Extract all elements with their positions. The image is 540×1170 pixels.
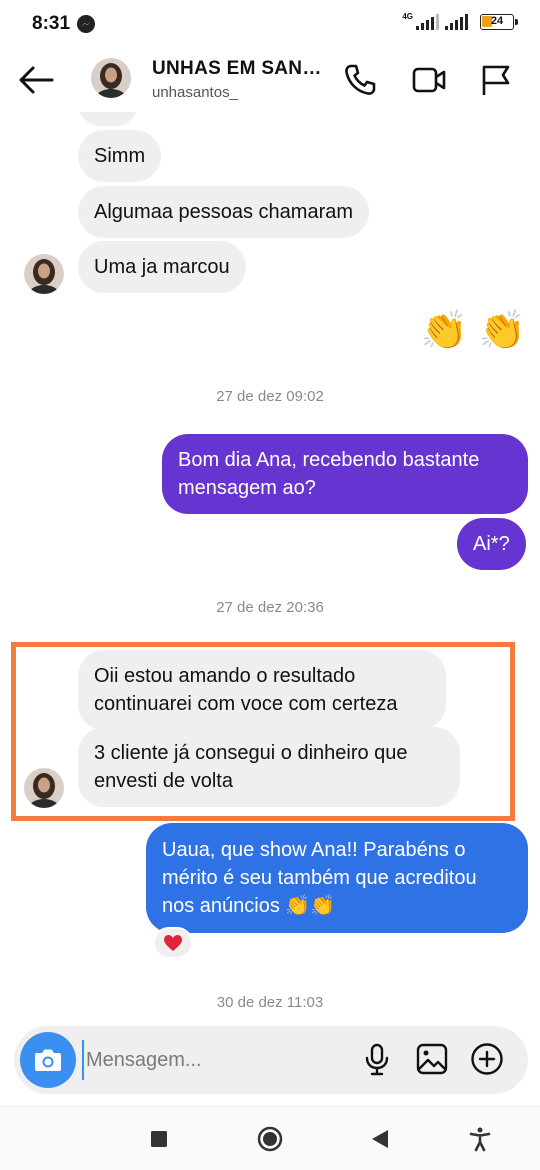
status-icons: 4G 24: [402, 12, 518, 30]
system-nav-bar: [0, 1106, 540, 1170]
message-bubble[interactable]: Oii estou amando o resultado continuarei…: [78, 650, 446, 730]
timestamp: 27 de dez 20:36: [216, 599, 324, 616]
microphone-icon[interactable]: [360, 1042, 394, 1076]
heart-icon[interactable]: [153, 927, 193, 959]
network-label: 4G: [402, 12, 413, 21]
sender-avatar[interactable]: [24, 768, 64, 808]
message-text-line: envesti de volta: [94, 770, 233, 792]
message-text-line: mérito é seu também que acreditou: [162, 867, 477, 889]
status-time: 8:31: [32, 13, 71, 34]
chat-header: UNHAS EM SAN… unhasantos_: [0, 48, 540, 112]
message-bubble[interactable]: Uma ja marcou: [78, 241, 246, 293]
status-bar: 8:31 4G 24: [0, 0, 540, 48]
message-text-line: Uaua, que show Ana!! Parabéns o: [162, 839, 466, 861]
gallery-icon[interactable]: [415, 1042, 449, 1076]
timestamp: 27 de dez 09:02: [216, 388, 324, 405]
message-bubble[interactable]: Simm: [78, 130, 162, 182]
message-text-line: 3 cliente já consegui o dinheiro que: [94, 742, 408, 764]
flag-icon[interactable]: [478, 62, 514, 98]
chat-thread[interactable]: Simm Algumaa pessoas chamaram Uma ja mar…: [0, 112, 540, 1024]
message-bubble[interactable]: Ai*?: [457, 518, 526, 570]
message-input[interactable]: Mensagem...: [82, 1040, 332, 1080]
signal-icon: [416, 14, 439, 30]
battery-icon: 24: [480, 14, 518, 30]
message-text-line: Bom dia Ana, recebendo bastante: [178, 449, 480, 471]
sender-avatar[interactable]: [24, 254, 64, 294]
contact-username[interactable]: unhasantos_: [152, 84, 238, 101]
accessibility-icon[interactable]: [466, 1125, 494, 1153]
back-triangle-icon[interactable]: [366, 1125, 394, 1153]
video-camera-icon[interactable]: [411, 62, 447, 98]
message-text: Ai*?: [473, 533, 510, 555]
recents-square-icon[interactable]: [145, 1125, 173, 1153]
contact-name[interactable]: UNHAS EM SAN…: [152, 58, 322, 80]
message-text: Algumaa pessoas chamaram: [94, 201, 354, 223]
message-bubble[interactable]: Uaua, que show Ana!! Parabéns o mérito é…: [146, 823, 528, 933]
clapping-hands-emoji: 👏 👏: [420, 310, 526, 352]
message-bubble[interactable]: 3 cliente já consegui o dinheiro que env…: [78, 727, 460, 807]
back-arrow-icon[interactable]: [18, 64, 58, 98]
message-bubble-partial: [78, 112, 138, 126]
messenger-icon: [77, 15, 95, 33]
message-bubble[interactable]: Bom dia Ana, recebendo bastante mensagem…: [162, 434, 528, 514]
message-text-line: Oii estou amando o resultado: [94, 665, 356, 687]
message-composer: Mensagem...: [14, 1026, 528, 1094]
plus-icon[interactable]: [470, 1042, 504, 1076]
home-circle-icon[interactable]: [256, 1125, 284, 1153]
timestamp: 30 de dez 11:03: [216, 994, 324, 1011]
message-text-line: continuarei com voce com certeza: [94, 693, 398, 715]
emoji-message[interactable]: 👏 👏: [421, 308, 526, 354]
message-text: Uma ja marcou: [94, 256, 230, 278]
camera-icon[interactable]: [20, 1032, 76, 1088]
message-bubble[interactable]: Algumaa pessoas chamaram: [78, 186, 370, 238]
phone-icon[interactable]: [342, 62, 378, 98]
message-text: Simm: [94, 145, 146, 167]
contact-avatar[interactable]: [91, 58, 131, 98]
message-text-line: mensagem ao?: [178, 477, 316, 499]
message-text-line: nos anúncios 👏👏: [162, 895, 336, 917]
signal-icon: [445, 14, 468, 30]
battery-level: 24: [490, 15, 504, 27]
